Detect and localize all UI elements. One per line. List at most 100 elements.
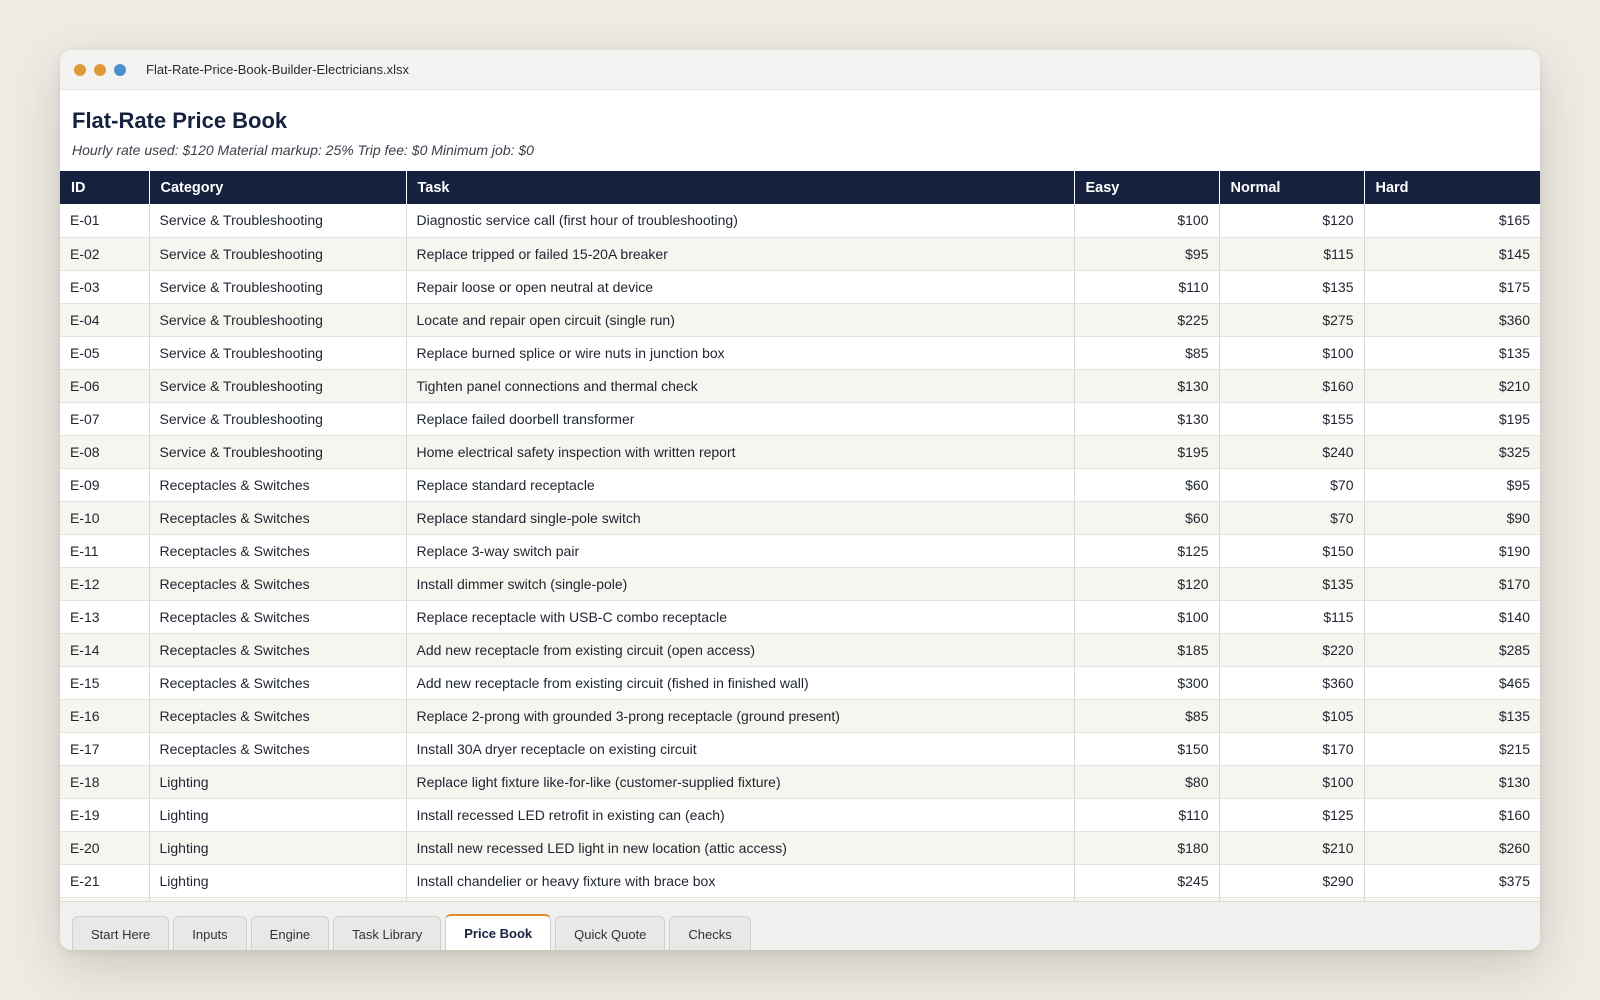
cell-id[interactable]: E-21 <box>60 864 150 898</box>
table-row[interactable]: E-21 Lighting Install chandelier or heavy … <box>60 864 1540 898</box>
column-header-normal[interactable]: Normal <box>1219 171 1365 204</box>
cell-category[interactable]: Receptacles & Switches <box>149 567 407 601</box>
cell-task[interactable]: Replace burned splice or wire nuts in ju… <box>406 336 1075 370</box>
cell-category[interactable]: Receptacles & Switches <box>149 666 407 700</box>
column-header-hard[interactable]: Hard <box>1364 171 1540 204</box>
table-row[interactable]: E-10 Receptacles & Switches Replace standa… <box>60 501 1540 535</box>
cell-easy[interactable]: $110 <box>1074 270 1220 304</box>
table-row[interactable]: E-04 Service & Troubleshooting Locate and … <box>60 303 1540 337</box>
cell-id[interactable]: E-18 <box>60 765 150 799</box>
cell-task[interactable]: Home electrical safety inspection with w… <box>406 435 1075 469</box>
cell-task[interactable]: Add new receptacle from existing circuit… <box>406 666 1075 700</box>
cell-hard[interactable]: $215 <box>1364 732 1540 766</box>
cell-normal[interactable]: $70 <box>1219 468 1365 502</box>
cell-category[interactable]: Service & Troubleshooting <box>149 237 407 271</box>
cell-easy[interactable]: $100 <box>1074 204 1220 238</box>
cell-easy[interactable]: $120 <box>1074 567 1220 601</box>
sheet-tab-inputs[interactable]: Inputs <box>173 916 247 950</box>
cell-normal[interactable]: $120 <box>1219 204 1365 238</box>
cell-task[interactable]: Install dimmer switch (single-pole) <box>406 567 1075 601</box>
cell-easy[interactable]: $225 <box>1074 303 1220 337</box>
cell-task[interactable]: Replace tripped or failed 15-20A breaker <box>406 237 1075 271</box>
cell-easy[interactable]: $185 <box>1074 633 1220 667</box>
cell-task[interactable]: Install 30A dryer receptacle on existing… <box>406 732 1075 766</box>
cell-hard[interactable]: $95 <box>1364 468 1540 502</box>
cell-id[interactable]: E-06 <box>60 369 150 403</box>
cell-id[interactable]: E-12 <box>60 567 150 601</box>
cell-normal[interactable]: $100 <box>1219 765 1365 799</box>
column-header-category[interactable]: Category <box>149 171 407 204</box>
cell-easy[interactable]: $130 <box>1074 402 1220 436</box>
table-row[interactable]: E-02 Service & Troubleshooting Replace tri… <box>60 237 1540 271</box>
cell-task[interactable]: Replace receptacle with USB-C combo rece… <box>406 600 1075 634</box>
cell-hard[interactable]: $325 <box>1364 435 1540 469</box>
table-row[interactable]: E-16 Receptacles & Switches Replace 2-pron… <box>60 699 1540 733</box>
cell-id[interactable]: E-20 <box>60 831 150 865</box>
cell-id[interactable]: E-11 <box>60 534 150 568</box>
cell-normal[interactable]: $210 <box>1219 831 1365 865</box>
sheet-tab-engine[interactable]: Engine <box>250 916 330 950</box>
table-row[interactable]: E-07 Service & Troubleshooting Replace fai… <box>60 402 1540 436</box>
cell-category[interactable]: Lighting <box>149 831 407 865</box>
cell-task[interactable]: Replace 3-way switch pair <box>406 534 1075 568</box>
cell-easy[interactable]: $85 <box>1074 699 1220 733</box>
cell-hard[interactable]: $260 <box>1364 831 1540 865</box>
sheet-tab-quick-quote[interactable]: Quick Quote <box>555 916 666 950</box>
cell-easy[interactable]: $110 <box>1074 798 1220 832</box>
cell-hard[interactable]: $465 <box>1364 666 1540 700</box>
table-row[interactable]: E-08 Service & Troubleshooting Home electr… <box>60 435 1540 469</box>
cell-category[interactable]: Service & Troubleshooting <box>149 435 407 469</box>
table-row[interactable]: E-12 Receptacles & Switches Install dimmer… <box>60 567 1540 601</box>
cell-task[interactable]: Replace standard receptacle <box>406 468 1075 502</box>
table-row[interactable]: E-13 Receptacles & Switches Replace recept… <box>60 600 1540 634</box>
table-row[interactable]: E-09 Receptacles & Switches Replace standa… <box>60 468 1540 502</box>
cell-easy[interactable]: $180 <box>1074 831 1220 865</box>
cell-hard[interactable]: $165 <box>1364 204 1540 238</box>
sheet-tab-price-book[interactable]: Price Book <box>445 914 552 950</box>
cell-easy[interactable]: $150 <box>1074 732 1220 766</box>
cell-task[interactable]: Install recessed LED retrofit in existin… <box>406 798 1075 832</box>
cell-category[interactable]: Service & Troubleshooting <box>149 369 407 403</box>
cell-hard[interactable]: $210 <box>1364 369 1540 403</box>
column-header-id[interactable]: ID <box>60 171 150 204</box>
cell-task[interactable]: Locate and repair open circuit (single r… <box>406 303 1075 337</box>
cell-normal[interactable]: $360 <box>1219 666 1365 700</box>
cell-normal[interactable]: $135 <box>1219 567 1365 601</box>
table-row[interactable]: E-01 Service & Troubleshooting Diagnostic … <box>60 204 1540 238</box>
cell-easy[interactable]: $300 <box>1074 666 1220 700</box>
table-row[interactable]: E-06 Service & Troubleshooting Tighten pan… <box>60 369 1540 403</box>
cell-task[interactable]: Tighten panel connections and thermal ch… <box>406 369 1075 403</box>
cell-id[interactable]: E-07 <box>60 402 150 436</box>
cell-easy[interactable]: $80 <box>1074 765 1220 799</box>
cell-id[interactable]: E-13 <box>60 600 150 634</box>
cell-id[interactable]: E-17 <box>60 732 150 766</box>
price-book-grid[interactable]: ID Category Task Easy Normal Hard E-01 Se… <box>60 171 1540 901</box>
cell-easy[interactable]: $95 <box>1074 237 1220 271</box>
cell-task[interactable]: Install new recessed LED light in new lo… <box>406 831 1075 865</box>
cell-id[interactable]: E-16 <box>60 699 150 733</box>
cell-normal[interactable]: $125 <box>1219 798 1365 832</box>
cell-hard[interactable]: $90 <box>1364 501 1540 535</box>
cell-easy[interactable]: $125 <box>1074 534 1220 568</box>
cell-category[interactable]: Receptacles & Switches <box>149 534 407 568</box>
sheet-tab-start-here[interactable]: Start Here <box>72 916 170 950</box>
cell-category[interactable]: Service & Troubleshooting <box>149 270 407 304</box>
cell-normal[interactable]: $160 <box>1219 369 1365 403</box>
cell-normal[interactable]: $240 <box>1219 435 1365 469</box>
cell-hard[interactable]: $175 <box>1364 270 1540 304</box>
cell-normal[interactable]: $115 <box>1219 237 1365 271</box>
cell-id[interactable]: E-01 <box>60 204 150 238</box>
cell-hard[interactable]: $160 <box>1364 798 1540 832</box>
cell-normal[interactable]: $290 <box>1219 864 1365 898</box>
cell-hard[interactable]: $130 <box>1364 765 1540 799</box>
table-row[interactable]: E-18 Lighting Replace light fixture like-f… <box>60 765 1540 799</box>
cell-id[interactable]: E-19 <box>60 798 150 832</box>
cell-category[interactable]: Receptacles & Switches <box>149 633 407 667</box>
cell-category[interactable]: Lighting <box>149 765 407 799</box>
cell-id[interactable]: E-08 <box>60 435 150 469</box>
cell-normal[interactable]: $170 <box>1219 732 1365 766</box>
cell-category[interactable]: Receptacles & Switches <box>149 600 407 634</box>
cell-task[interactable]: Replace light fixture like-for-like (cus… <box>406 765 1075 799</box>
column-header-task[interactable]: Task <box>406 171 1075 204</box>
cell-id[interactable]: E-09 <box>60 468 150 502</box>
